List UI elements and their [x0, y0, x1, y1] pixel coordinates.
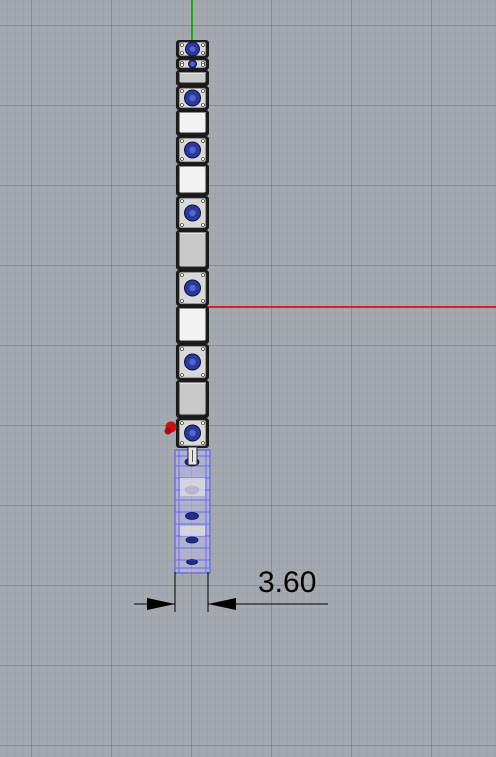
ghost-hub	[186, 559, 198, 565]
viewport-canvas[interactable]: 3.60	[0, 0, 496, 757]
chain-module[interactable]	[176, 418, 209, 448]
arrowhead-left	[147, 598, 175, 610]
arrowhead-right	[208, 598, 236, 610]
ghost-hub	[185, 512, 199, 520]
ghost-face	[180, 526, 205, 536]
chain-module[interactable]	[176, 40, 209, 58]
chain-module[interactable]	[176, 270, 209, 306]
chain-module[interactable]	[176, 86, 209, 110]
chain-module[interactable]	[176, 110, 209, 136]
ghost-preview-segment[interactable]	[174, 449, 211, 574]
chain-module[interactable]	[176, 58, 209, 70]
chain-module[interactable]	[176, 344, 209, 380]
gizmo-red-handle[interactable]	[164, 421, 177, 435]
chain-module[interactable]	[176, 230, 209, 270]
chain-module[interactable]	[176, 136, 209, 164]
ghost-hub	[185, 536, 199, 544]
chain-module[interactable]	[176, 380, 209, 418]
chain-module[interactable]	[176, 164, 209, 196]
module-chain[interactable]	[176, 40, 209, 448]
connector-pin[interactable]	[187, 446, 198, 466]
chain-module[interactable]	[176, 196, 209, 230]
ghost-face	[180, 478, 205, 496]
chain-module[interactable]	[176, 306, 209, 344]
chain-module[interactable]	[176, 70, 209, 86]
dimension-value-label[interactable]: 3.60	[258, 566, 316, 600]
scene-svg[interactable]	[0, 0, 496, 757]
